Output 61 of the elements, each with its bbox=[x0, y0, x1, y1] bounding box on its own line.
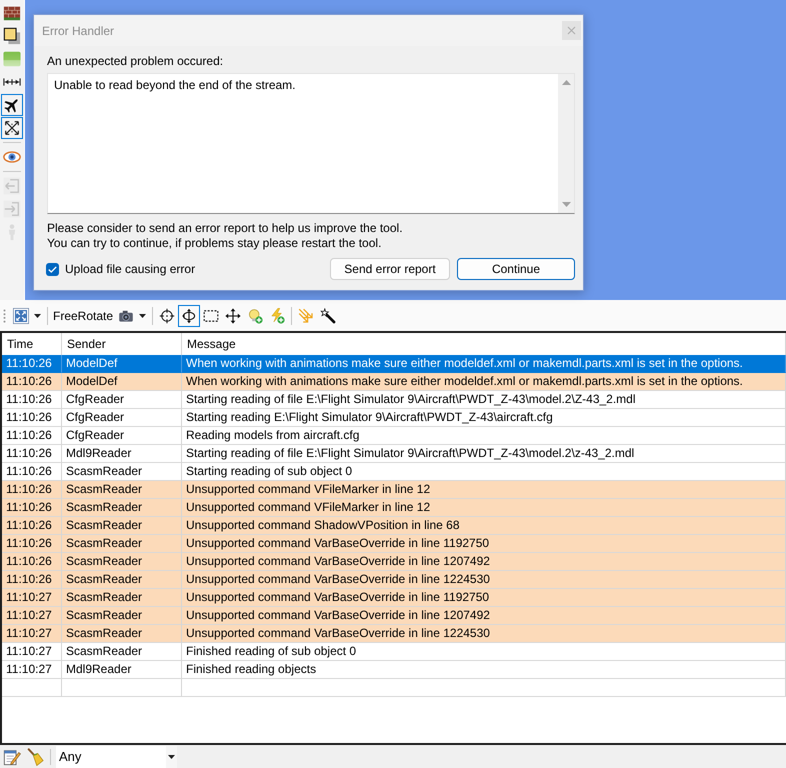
gradient-tile-icon bbox=[3, 50, 21, 68]
wand-icon bbox=[320, 308, 336, 324]
caret-icon bbox=[34, 314, 41, 318]
brick-wall-icon bbox=[3, 4, 21, 22]
empty-cell bbox=[2, 679, 62, 697]
log-row[interactable]: 11:10:26 ScasmReader Unsupported command VarBaseOverride in line 1207492 bbox=[2, 553, 786, 571]
rotate-arrows-icon bbox=[181, 308, 198, 324]
log-row[interactable]: 11:10:27 Mdl9Reader Finished reading objects bbox=[2, 661, 786, 679]
log-row[interactable]: 11:10:26 Mdl9Reader Starting reading of file E:\Flight Simulator 9\Aircraft\PWDT_Z-43\model.2\z-43_2.mdl bbox=[2, 445, 786, 463]
log-row[interactable]: 11:10:26 ModelDef When working with animations make sure either modeldef.xml or makemdl.parts.xml is set in the options. bbox=[2, 355, 786, 373]
lightbulb-add-icon bbox=[247, 308, 264, 324]
expand-arrows-icon bbox=[13, 308, 29, 324]
grip-icon bbox=[3, 308, 6, 322]
caret-icon bbox=[139, 314, 146, 318]
checkbox-label[interactable]: Upload file causing error bbox=[65, 262, 196, 276]
crossed-arrows-icon bbox=[3, 119, 21, 137]
log-row[interactable]: 11:10:26 ScasmReader Unsupported command VFileMarker in line 12 bbox=[2, 481, 786, 499]
square-icon bbox=[3, 27, 21, 45]
log-row[interactable]: 11:10:27 ScasmReader Unsupported command VarBaseOverride in line 1192750 bbox=[2, 589, 786, 607]
close-icon bbox=[567, 26, 576, 35]
filter-dropdown[interactable]: Any bbox=[56, 746, 177, 768]
scroll-up-icon bbox=[562, 80, 570, 85]
crosshair-icon bbox=[159, 308, 176, 324]
tool-button[interactable] bbox=[1, 25, 23, 47]
log-row[interactable]: 11:10:26 ScasmReader Starting reading of sub object 0 bbox=[2, 463, 786, 481]
log-row[interactable]: 11:10:27 ScasmReader Finished reading of sub object 0 bbox=[2, 643, 786, 661]
log-row[interactable]: 11:10:26 CfgReader Reading models from aircraft.cfg bbox=[2, 427, 786, 445]
dialog-button[interactable]: Continue bbox=[457, 258, 575, 280]
log-row[interactable]: 11:10:26 ScasmReader Unsupported command ShadowVPosition in line 68 bbox=[2, 517, 786, 535]
caret-icon bbox=[168, 754, 175, 758]
log-row[interactable]: 11:10:27 ScasmReader Unsupported command VarBaseOverride in line 1207492 bbox=[2, 607, 786, 625]
message-cell: Finished reading objects bbox=[182, 661, 786, 679]
details-field[interactable]: Unable to read beyond the end of the stream. bbox=[47, 73, 575, 214]
log-row[interactable]: 11:10:26 ScasmReader Unsupported command VarBaseOverride in line 1224530 bbox=[2, 571, 786, 589]
broom-icon bbox=[26, 748, 44, 766]
sender-cell: Mdl9Reader bbox=[62, 661, 182, 679]
scrollbar[interactable] bbox=[558, 74, 574, 213]
time-cell: 11:10:27 bbox=[2, 661, 62, 679]
dialog-title: Error Handler bbox=[42, 24, 114, 38]
checkmark-icon bbox=[48, 266, 57, 272]
diagonal-arrows-icon bbox=[298, 308, 314, 324]
move-arrows-icon bbox=[225, 308, 242, 324]
log-row[interactable]: 11:10:26 ScasmReader Unsupported command VarBaseOverride in line 1192750 bbox=[2, 535, 786, 553]
info-text: You can try to continue, if problems stay please restart the tool. bbox=[47, 236, 382, 251]
selection-rectangle-icon bbox=[203, 308, 220, 324]
checkbox[interactable] bbox=[46, 262, 59, 276]
error-heading: An unexpected problem occured: bbox=[47, 53, 224, 69]
log-row[interactable]: 11:10:27 ScasmReader Unsupported command VarBaseOverride in line 1224530 bbox=[2, 625, 786, 643]
log-row[interactable]: 11:10:26 ModelDef When working with animations make sure either modeldef.xml or makemdl.parts.xml is set in the options. bbox=[2, 373, 786, 391]
mode-button[interactable]: FreeRotate bbox=[51, 304, 116, 326]
dialog-button[interactable]: Send error report bbox=[330, 258, 450, 280]
log-row[interactable]: 11:10:26 CfgReader Starting reading of file E:\Flight Simulator 9\Aircraft\PWDT_Z-43\model.2\Z-43_2.mdl bbox=[2, 391, 786, 409]
scroll-down-icon bbox=[562, 202, 570, 207]
tool-button[interactable] bbox=[1, 117, 23, 139]
tool-button[interactable] bbox=[1, 94, 23, 116]
tool-button[interactable] bbox=[178, 304, 200, 326]
notepad-icon bbox=[3, 748, 21, 766]
info-text: Please consider to send an error report to help us improve the tool. bbox=[47, 221, 404, 236]
log-row[interactable]: 11:10:26 CfgReader Starting reading E:\Flight Simulator 9\Aircraft\PWDT_Z-43\aircraft.cfg bbox=[2, 409, 786, 427]
log-row[interactable]: 11:10:26 ScasmReader Unsupported command VFileMarker in line 12 bbox=[2, 499, 786, 517]
lightning-add-icon bbox=[269, 308, 286, 324]
